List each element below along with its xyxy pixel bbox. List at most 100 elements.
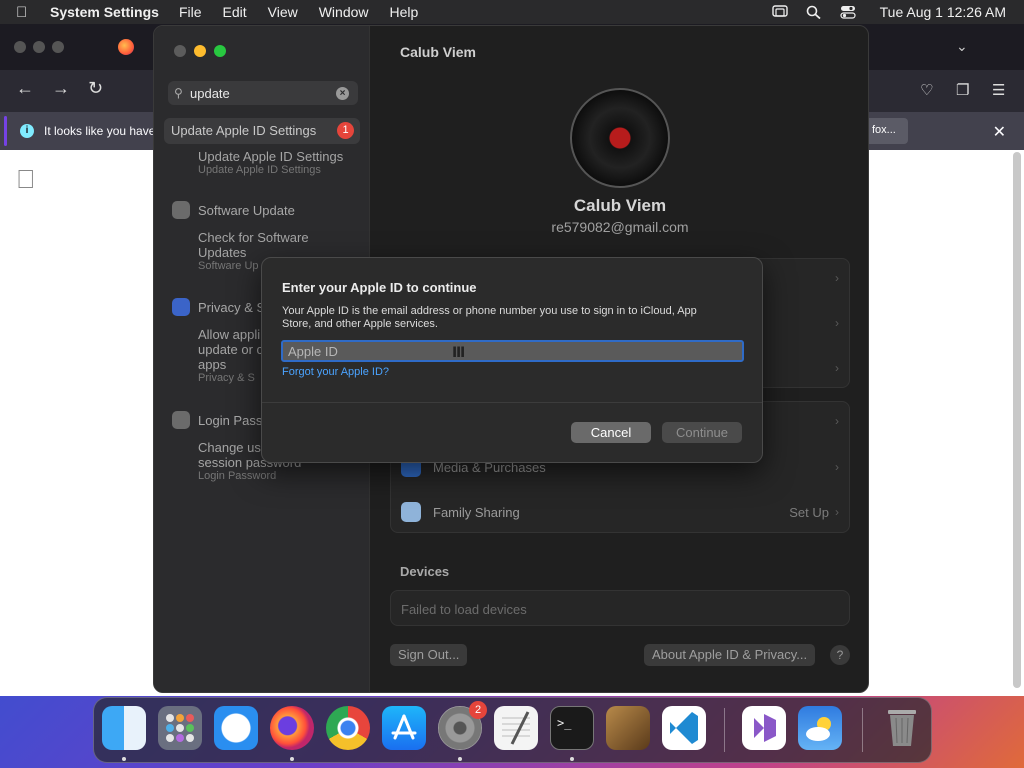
browser-close-dot[interactable] <box>14 41 26 53</box>
cancel-button[interactable]: Cancel <box>571 422 651 443</box>
apple-id-input[interactable] <box>281 340 744 362</box>
firefox-icon[interactable] <box>270 706 314 750</box>
dialog-description: Your Apple ID is the email address or ph… <box>282 305 697 330</box>
text-cursor-icon: Ⅲ <box>452 344 466 360</box>
sidebar-search: ⚲ × <box>168 81 358 105</box>
hand-icon <box>172 298 190 316</box>
search-result-update-apple-id[interactable]: Update Apple ID Settings Update Apple ID… <box>198 149 343 176</box>
back-arrow-icon[interactable]: ← <box>16 78 34 99</box>
forgot-apple-id-link[interactable]: Forgot your Apple ID? <box>282 366 389 378</box>
apple-id-dialog: Enter your Apple ID to continue Your App… <box>261 257 763 463</box>
result-main-text: update or c <box>198 342 264 357</box>
menu-file[interactable]: File <box>179 4 202 20</box>
app-store-icon[interactable] <box>382 706 426 750</box>
row-label: Family Sharing <box>433 504 520 520</box>
textedit-icon[interactable] <box>494 706 538 750</box>
sidebar-item-label: Software Update <box>198 202 295 218</box>
finder-icon[interactable] <box>102 706 146 750</box>
vscode-icon[interactable] <box>662 706 706 750</box>
avatar[interactable] <box>570 88 670 188</box>
spotlight-search-icon[interactable] <box>806 5 822 20</box>
trash-icon[interactable] <box>880 706 924 750</box>
pocket-icon[interactable]: ♡ <box>920 81 933 99</box>
sidebar-item-update-apple-id[interactable]: Update Apple ID Settings 1 <box>164 118 360 144</box>
user-name: Calub Viem <box>573 196 667 215</box>
gear-icon <box>172 201 190 219</box>
extensions-icon[interactable]: ❐ <box>956 81 969 99</box>
weather-icon[interactable] <box>798 706 842 750</box>
apple-menu-icon[interactable]:  <box>16 4 38 21</box>
window-zoom-button[interactable] <box>214 45 226 57</box>
notice-text: It looks like you have <box>44 124 156 138</box>
menu-app-name[interactable]: System Settings <box>50 4 159 20</box>
result-sub-text: Update Apple ID Settings <box>198 164 321 176</box>
page-scrollbar[interactable] <box>1013 152 1021 688</box>
clear-search-icon[interactable]: × <box>336 86 349 100</box>
result-sub-text: Privacy & S <box>198 372 255 384</box>
sidebar-item-label: Privacy & S <box>198 299 266 315</box>
pane-title: Calub Viem <box>400 44 476 60</box>
launchpad-icon[interactable] <box>158 706 202 750</box>
close-icon[interactable]: ✕ <box>993 122 1006 142</box>
running-indicator <box>290 757 294 761</box>
info-icon: i <box>20 124 34 138</box>
hamburger-menu-icon[interactable]: ☰ <box>992 81 1005 99</box>
row-value: Set Up <box>789 504 829 520</box>
menu-help[interactable]: Help <box>390 4 419 20</box>
help-button[interactable]: ? <box>830 645 850 665</box>
result-main-text: Update Apple ID Settings <box>198 149 344 164</box>
dock-separator <box>862 708 863 752</box>
terminal-icon[interactable]: >_ <box>550 706 594 750</box>
menu-bar:  System Settings File Edit View Window … <box>0 0 1024 24</box>
result-sub-text: Login Password <box>198 470 277 482</box>
menu-edit[interactable]: Edit <box>223 4 247 20</box>
chevron-right-icon[interactable]: › <box>835 271 839 285</box>
firefox-tab-icon[interactable] <box>118 39 134 55</box>
safari-icon[interactable] <box>214 706 258 750</box>
garageband-icon[interactable] <box>606 706 650 750</box>
notification-badge: 2 <box>469 701 487 719</box>
devices-heading: Devices <box>400 564 450 579</box>
sidebar-item-software-update[interactable]: Software Update <box>172 201 295 219</box>
lock-icon <box>172 411 190 429</box>
search-result-privacy[interactable]: Allow appli update or c apps Privacy & S <box>198 327 263 384</box>
browser-zoom-dot[interactable] <box>52 41 64 53</box>
chrome-icon[interactable] <box>326 706 370 750</box>
chevron-right-icon[interactable]: › <box>835 316 839 330</box>
sidebar-item-privacy[interactable]: Privacy & S <box>172 298 265 316</box>
notice-stripe <box>4 116 7 146</box>
continue-button[interactable]: Continue <box>662 422 742 443</box>
menu-window[interactable]: Window <box>319 4 369 20</box>
sidebar-item-login-password[interactable]: Login Pass <box>172 411 262 429</box>
window-close-button[interactable] <box>174 45 186 57</box>
dock: 2 >_ <box>93 697 932 763</box>
dock-separator <box>724 708 725 752</box>
chevron-right-icon: › <box>835 505 839 519</box>
browser-minimize-dot[interactable] <box>33 41 45 53</box>
sign-out-button[interactable]: Sign Out... <box>390 644 468 666</box>
search-input[interactable] <box>190 85 336 101</box>
sidebar-item-label: Login Pass <box>198 412 263 428</box>
forward-arrow-icon[interactable]: → <box>52 78 70 99</box>
about-apple-id-button[interactable]: About Apple ID & Privacy... <box>644 644 816 666</box>
result-main-text: apps <box>198 357 227 372</box>
row-family-sharing[interactable]: Family Sharing Set Up › <box>401 497 839 527</box>
running-indicator <box>570 757 574 761</box>
menu-clock[interactable]: Tue Aug 1 12:26 AM <box>880 4 1006 20</box>
search-icon: ⚲ <box>174 86 183 100</box>
family-sharing-icon <box>401 502 421 522</box>
window-minimize-button[interactable] <box>194 45 206 57</box>
chevron-down-icon[interactable]: ⌄ <box>956 38 968 55</box>
result-main-text: Check for Software <box>198 230 309 245</box>
control-center-icon[interactable] <box>840 5 856 19</box>
running-indicator <box>458 757 462 761</box>
chevron-right-icon[interactable]: › <box>835 414 839 428</box>
screen-mirroring-icon[interactable] <box>771 5 788 19</box>
notification-badge: 1 <box>337 122 354 139</box>
reload-icon[interactable]: ↻ <box>88 78 103 99</box>
chevron-right-icon[interactable]: › <box>835 361 839 375</box>
menu-view[interactable]: View <box>268 4 298 20</box>
visual-studio-icon[interactable] <box>742 706 786 750</box>
dialog-divider <box>262 402 762 403</box>
dialog-title: Enter your Apple ID to continue <box>282 280 477 295</box>
